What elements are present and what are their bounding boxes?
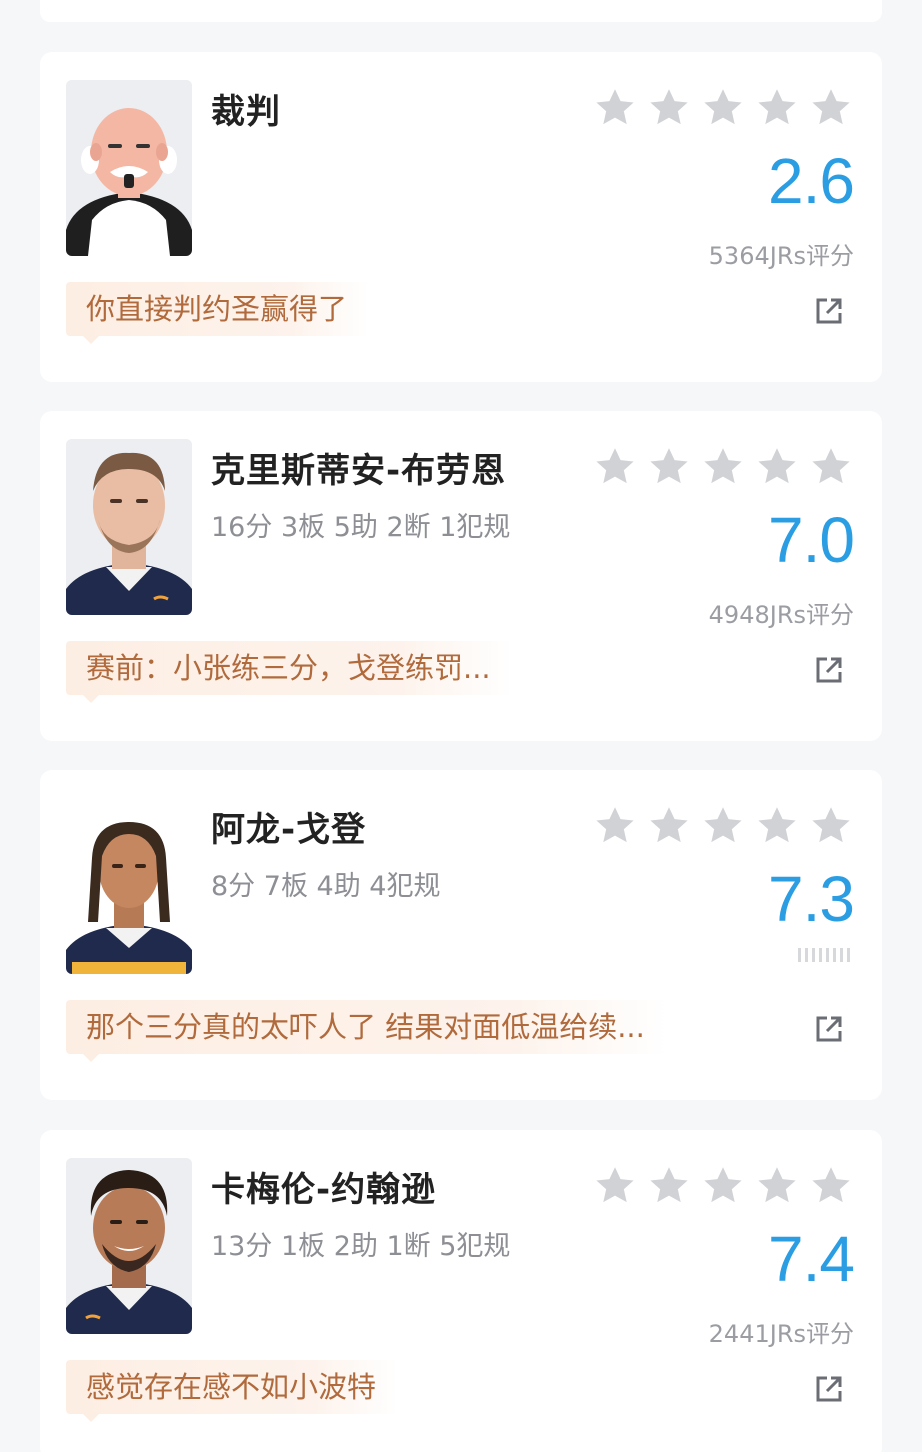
player-name: 克里斯蒂安-布劳恩 bbox=[211, 451, 507, 491]
avatar bbox=[66, 439, 192, 615]
rating-card[interactable]: 裁判 2.6 5364JRs评分 你直接判约圣赢得了 bbox=[40, 52, 882, 382]
star-icon[interactable] bbox=[754, 85, 808, 131]
rating-card[interactable]: 卡梅伦-约翰逊 13分 1板 2助 1断 5犯规 7.4 2441JRs评分 感… bbox=[40, 1130, 882, 1452]
star-rating-input[interactable] bbox=[592, 444, 854, 490]
star-icon[interactable] bbox=[646, 444, 700, 490]
rating-card[interactable]: 克里斯蒂安-布劳恩 16分 3板 5助 2断 1犯规 7.0 4948JRs评分… bbox=[40, 411, 882, 741]
star-icon[interactable] bbox=[808, 444, 854, 490]
star-icon[interactable] bbox=[808, 803, 854, 849]
referee-avatar-icon bbox=[66, 80, 192, 256]
share-icon[interactable] bbox=[814, 655, 844, 685]
avatar bbox=[66, 1158, 192, 1334]
star-icon[interactable] bbox=[754, 803, 808, 849]
avatar bbox=[66, 80, 192, 256]
vote-count: 2441JRs评分 bbox=[708, 1320, 854, 1348]
share-icon[interactable] bbox=[814, 1374, 844, 1404]
star-icon[interactable] bbox=[700, 444, 754, 490]
player-stats: 13分 1板 2助 1断 5犯规 bbox=[211, 1231, 511, 1262]
star-rating-input[interactable] bbox=[592, 85, 854, 131]
star-icon[interactable] bbox=[646, 1163, 700, 1209]
rating-card[interactable]: 阿龙-戈登 8分 7板 4助 4犯规 7.3 那个三分真的太吓人了 结果对面低温… bbox=[40, 770, 882, 1100]
star-icon[interactable] bbox=[646, 85, 700, 131]
share-icon[interactable] bbox=[814, 1014, 844, 1044]
vote-count: 5364JRs评分 bbox=[708, 242, 854, 270]
player-stats: 8分 7板 4助 4犯规 bbox=[211, 871, 441, 902]
star-icon[interactable] bbox=[592, 444, 646, 490]
star-icon[interactable] bbox=[754, 1163, 808, 1209]
star-icon[interactable] bbox=[592, 803, 646, 849]
player-stats: 16分 3板 5助 2断 1犯规 bbox=[211, 512, 511, 543]
vote-count-placeholder bbox=[798, 948, 850, 962]
star-icon[interactable] bbox=[646, 803, 700, 849]
star-icon[interactable] bbox=[808, 1163, 854, 1209]
player-photo-icon bbox=[66, 1158, 192, 1334]
player-name: 裁判 bbox=[211, 92, 281, 132]
star-icon[interactable] bbox=[592, 85, 646, 131]
player-photo-icon bbox=[66, 439, 192, 615]
player-name: 卡梅伦-约翰逊 bbox=[211, 1170, 437, 1210]
average-score: 7.0 bbox=[768, 504, 855, 576]
star-icon[interactable] bbox=[808, 85, 854, 131]
top-comment[interactable]: 感觉存在感不如小波特 bbox=[66, 1360, 399, 1422]
vote-count: 4948JRs评分 bbox=[708, 601, 854, 629]
star-icon[interactable] bbox=[700, 803, 754, 849]
average-score: 7.4 bbox=[768, 1223, 855, 1295]
avatar bbox=[66, 798, 192, 974]
share-icon[interactable] bbox=[814, 296, 844, 326]
star-rating-input[interactable] bbox=[592, 803, 854, 849]
star-icon[interactable] bbox=[700, 1163, 754, 1209]
ratings-page: 裁判 2.6 5364JRs评分 你直接判约圣赢得了 克里斯蒂安-布劳恩 16分… bbox=[0, 0, 922, 1452]
player-name: 阿龙-戈登 bbox=[211, 810, 367, 850]
star-icon[interactable] bbox=[754, 444, 808, 490]
star-icon[interactable] bbox=[700, 85, 754, 131]
average-score: 7.3 bbox=[768, 863, 855, 935]
star-rating-input[interactable] bbox=[592, 1163, 854, 1209]
star-icon[interactable] bbox=[592, 1163, 646, 1209]
top-comment[interactable]: 你直接判约圣赢得了 bbox=[66, 282, 370, 344]
average-score: 2.6 bbox=[768, 145, 855, 217]
top-comment[interactable]: 赛前：小张练三分，戈登练罚... bbox=[66, 641, 513, 703]
previous-card-edge bbox=[40, 0, 882, 22]
top-comment[interactable]: 那个三分真的太吓人了 结果对面低温给续... bbox=[66, 1000, 667, 1062]
player-photo-icon bbox=[66, 798, 192, 974]
